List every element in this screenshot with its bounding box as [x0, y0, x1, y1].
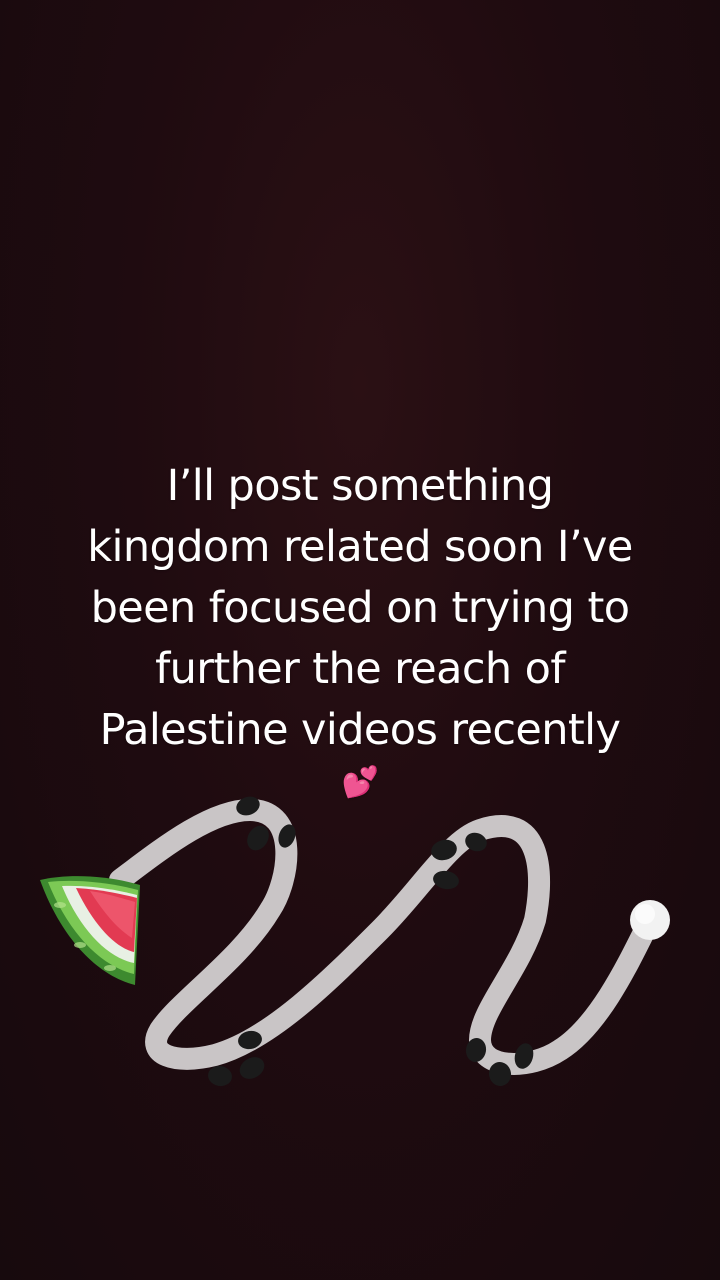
watermelon-slice-icon — [40, 876, 140, 985]
video-frame: I’ll post something kingdom related soon… — [0, 0, 720, 1280]
watermelon-path-icon — [40, 796, 670, 1087]
caption-line: kingdom related soon I’ve — [87, 522, 633, 572]
caption-text: I’ll post something kingdom related soon… — [40, 456, 680, 803]
winding-path — [109, 799, 661, 1075]
caption-line: been focused on trying to — [90, 583, 630, 633]
caption-line: further the reach of — [155, 644, 565, 694]
caption-line: Palestine videos recently — [99, 705, 621, 755]
caption-line: I’ll post something — [166, 461, 554, 511]
